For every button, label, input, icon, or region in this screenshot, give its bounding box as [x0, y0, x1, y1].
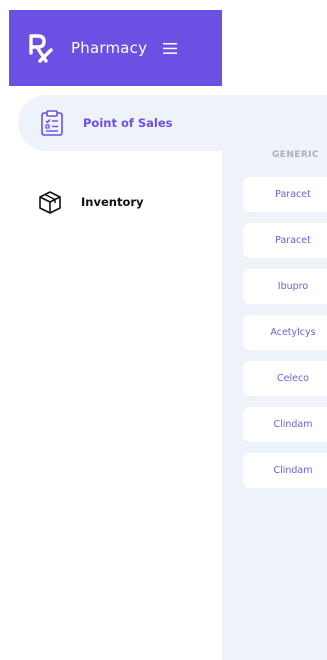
products-panel: GENERIC Paracet Paracet Ibupro Acetylcys… — [222, 95, 327, 660]
sidebar-item-label: Inventory — [81, 195, 144, 209]
sidebar: Pharmacy Point of Sales Inventory — [0, 0, 228, 660]
clipboard-list-icon — [41, 110, 63, 136]
hamburger-menu-icon[interactable] — [163, 42, 178, 54]
row-generic-name: Paracet — [275, 189, 311, 200]
sidebar-item-inventory[interactable]: Inventory — [18, 174, 218, 230]
table-row[interactable]: Celeco — [243, 361, 327, 396]
row-generic-name: Acetylcys — [270, 327, 316, 338]
column-header-generic: GENERIC — [272, 150, 319, 160]
box-icon — [39, 191, 61, 214]
row-generic-name: Celeco — [277, 373, 309, 384]
brand-header: Pharmacy — [9, 10, 222, 86]
row-generic-name: Ibupro — [277, 281, 309, 292]
table-row[interactable]: Paracet — [243, 177, 327, 212]
row-generic-name: Clindam — [273, 419, 313, 430]
table-row[interactable]: Clindam — [243, 407, 327, 442]
rx-icon — [29, 34, 53, 63]
row-generic-name: Paracet — [275, 235, 311, 246]
table-row[interactable]: Acetylcys — [243, 315, 327, 350]
row-generic-name: Clindam — [273, 465, 313, 476]
app-title: Pharmacy — [71, 39, 148, 57]
table-row[interactable]: Ibupro — [243, 269, 327, 304]
sidebar-item-label: Point of Sales — [83, 116, 173, 130]
table-row[interactable]: Paracet — [243, 223, 327, 258]
main-content: GENERIC Paracet Paracet Ibupro Acetylcys… — [222, 0, 327, 660]
table-row[interactable]: Clindam — [243, 453, 327, 488]
product-list: Paracet Paracet Ibupro Acetylcys Celeco … — [243, 177, 327, 499]
sidebar-item-point-of-sales[interactable]: Point of Sales — [18, 95, 228, 151]
